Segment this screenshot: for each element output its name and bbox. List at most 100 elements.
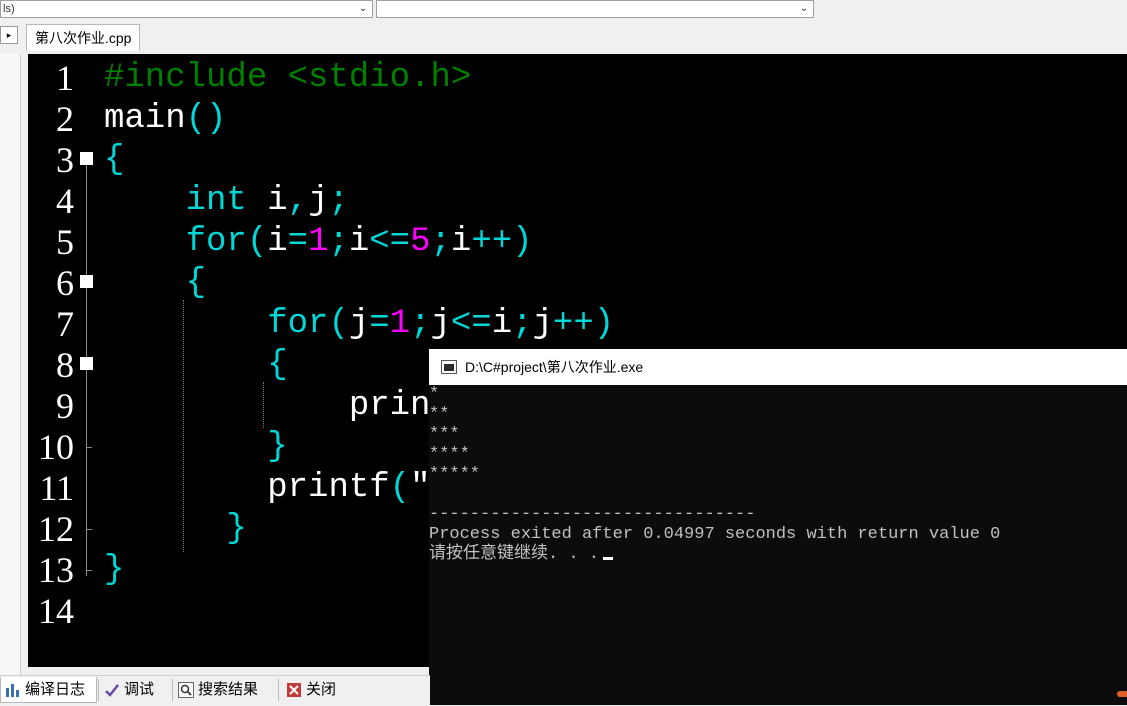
fold-connector xyxy=(86,164,87,576)
fold-end-line-12 xyxy=(86,529,92,530)
code-token: for xyxy=(267,305,329,343)
console-output-text: *** xyxy=(429,425,460,444)
bar-chart-icon xyxy=(6,684,19,697)
fold-toggle-line-3[interactable] xyxy=(80,152,93,165)
code-token: ( xyxy=(389,469,411,507)
code-token: j xyxy=(532,305,553,343)
line-number: 11 xyxy=(39,468,74,508)
console-output: * ** *** **** ***** -------------------------… xyxy=(429,385,1127,705)
tab-debug-label: 调试 xyxy=(124,681,155,698)
code-token: j xyxy=(430,305,451,343)
line-number: 3 xyxy=(56,140,74,180)
code-line: int i,j; xyxy=(104,181,349,222)
tab-compile-log[interactable]: 编译日志 xyxy=(0,677,97,703)
fold-end-line-13 xyxy=(86,570,92,571)
code-line: { xyxy=(104,263,206,304)
console-corner-mark xyxy=(1117,691,1127,697)
code-token: ; xyxy=(512,305,533,343)
code-token: ; xyxy=(410,305,431,343)
tab-compile-log-label: 编译日志 xyxy=(25,681,86,698)
code-token: i xyxy=(450,223,472,261)
console-output-line: ***** xyxy=(429,465,480,485)
console-output-text: * xyxy=(429,385,440,404)
code-token: 5 xyxy=(410,223,431,261)
close-icon xyxy=(287,683,301,697)
console-cursor xyxy=(603,557,614,560)
code-token: for xyxy=(185,223,247,261)
code-token: () xyxy=(185,100,227,138)
line-number: 4 xyxy=(56,181,74,221)
code-token: j xyxy=(348,305,370,343)
code-token: { xyxy=(185,264,207,302)
code-token: ″ xyxy=(410,469,431,507)
code-token: } xyxy=(267,428,288,466)
console-output-text: Process exited after 0.04997 seconds wit… xyxy=(429,525,1001,544)
code-line: main() xyxy=(104,99,226,140)
code-token: 1 xyxy=(389,305,411,343)
class-combo[interactable]: ls) ⌄ xyxy=(0,0,373,18)
tab-divider xyxy=(278,679,279,701)
console-output-text: 请按任意键继续. . . xyxy=(429,545,600,564)
console-output-line: -------------------------------- xyxy=(429,505,755,525)
code-token: <= xyxy=(369,223,411,261)
console-output-line: Process exited after 0.04997 seconds wit… xyxy=(429,525,1000,545)
fold-toggle-line-8[interactable] xyxy=(80,357,93,370)
tab-divider xyxy=(172,679,173,701)
fold-end-line-10 xyxy=(86,447,92,448)
console-output-text: -------------------------------- xyxy=(429,505,756,524)
code-token: ; xyxy=(328,223,349,261)
code-token: ++) xyxy=(552,305,615,343)
tab-divider xyxy=(98,679,99,701)
code-token: , xyxy=(287,182,309,220)
console-output-text: **** xyxy=(429,445,470,464)
console-titlebar[interactable]: D:\C#project\第八次作业.exe xyxy=(429,349,1127,385)
chevron-down-icon[interactable]: ⌄ xyxy=(797,1,811,17)
project-panel-collapsed xyxy=(0,54,21,675)
line-number: 14 xyxy=(38,591,74,631)
code-line: { xyxy=(104,140,124,181)
code-line: prin xyxy=(104,386,431,427)
line-number: 7 xyxy=(56,304,74,344)
code-token: { xyxy=(267,346,288,384)
fold-toggle-line-6[interactable] xyxy=(80,275,93,288)
tab-search-results-label: 搜索结果 xyxy=(198,681,259,698)
line-number: 10 xyxy=(38,427,74,467)
line-number: 2 xyxy=(56,99,74,139)
code-token: j xyxy=(308,182,329,220)
member-combo[interactable]: ⌄ xyxy=(376,0,814,18)
code-token: int xyxy=(185,182,247,220)
console-output-text: ***** xyxy=(429,465,481,484)
console-title: D:\C#project\第八次作业.exe xyxy=(465,359,644,375)
line-number: 12 xyxy=(38,509,74,549)
expand-panel-button[interactable]: ▸ xyxy=(0,26,18,44)
code-token: = xyxy=(287,223,309,261)
code-line: for(j=1;j<=i;j++) xyxy=(104,304,614,345)
console-window[interactable]: D:\C#project\第八次作业.exe * ** *** **** ***** --… xyxy=(429,349,1127,705)
code-token: } xyxy=(104,551,125,589)
code-line: #include <stdio.h> xyxy=(104,58,471,99)
code-token: ++) xyxy=(471,223,533,261)
console-output-text: ** xyxy=(429,405,450,424)
line-number: 6 xyxy=(56,263,74,303)
chevron-down-icon[interactable]: ⌄ xyxy=(356,1,370,17)
code-line: for(i=1;i<=5;i++) xyxy=(104,222,533,263)
code-token: main xyxy=(104,100,186,138)
tab-debug[interactable]: 调试 xyxy=(100,677,172,703)
code-token: i xyxy=(491,305,513,343)
tab-file[interactable]: 第八次作业.cpp xyxy=(26,24,141,51)
code-line: printf(″ xyxy=(104,468,430,509)
line-number: 1 xyxy=(56,58,74,98)
tab-search-results[interactable]: 搜索结果 xyxy=(174,677,278,703)
code-token: printf xyxy=(267,469,390,507)
code-token: <= xyxy=(450,305,492,343)
tab-close[interactable]: 关闭 xyxy=(282,677,350,703)
code-line: } xyxy=(104,509,246,550)
editor-tab-strip xyxy=(0,22,1127,54)
